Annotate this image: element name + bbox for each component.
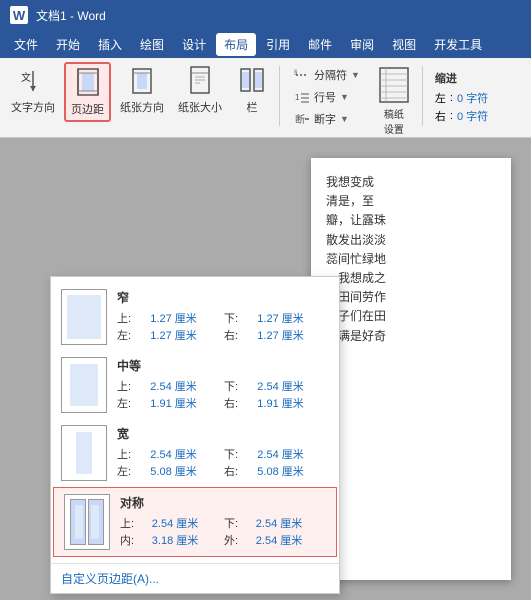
margins-dropdown[interactable]: 窄 上: 1.27 厘米 下: 1.27 厘米 左: 1.27 厘米 右: 1.… — [50, 276, 340, 594]
hyphenation-icon: 断 — [294, 111, 310, 127]
svg-text:断: 断 — [295, 113, 305, 126]
ribbon-sep-1 — [279, 66, 280, 126]
separator-arrow: ▼ — [351, 70, 360, 80]
margin-name-narrow: 窄 — [117, 289, 329, 306]
draft-paper-settings-label: 设置 — [384, 121, 404, 136]
paper-size-label: 纸张大小 — [178, 99, 222, 115]
indent-left-label: 左 — [435, 90, 446, 106]
separator-label: 分隔符 — [314, 67, 347, 83]
main-content: 窄 上: 1.27 厘米 下: 1.27 厘米 左: 1.27 厘米 右: 1.… — [0, 138, 531, 600]
dropdown-scroll[interactable]: 窄 上: 1.27 厘米 下: 1.27 厘米 左: 1.27 厘米 右: 1.… — [51, 277, 339, 563]
menu-draw[interactable]: 绘图 — [132, 33, 172, 56]
indent-right-row: 右: 0 字符 — [435, 108, 488, 124]
svg-text:§: § — [294, 70, 297, 76]
word-icon: W — [10, 6, 28, 24]
margin-preview-wide — [61, 425, 107, 481]
menu-start[interactable]: 开始 — [48, 33, 88, 56]
dropdown-footer: 自定义页边距(A)... — [51, 563, 339, 593]
hyphenation-label: 断字 — [314, 111, 336, 127]
margin-info-narrow: 窄 上: 1.27 厘米 下: 1.27 厘米 左: 1.27 厘米 右: 1.… — [117, 289, 329, 343]
margin-info-wide: 宽 上: 2.54 厘米 下: 2.54 厘米 左: 5.08 厘米 右: 5.… — [117, 425, 329, 479]
ribbon: 文 文字方向 页边距 — [0, 58, 531, 138]
svg-text:1: 1 — [295, 93, 300, 102]
margin-option-narrow[interactable]: 窄 上: 1.27 厘米 下: 1.27 厘米 左: 1.27 厘米 右: 1.… — [51, 283, 339, 351]
menu-design[interactable]: 设计 — [174, 33, 214, 56]
svg-text:文: 文 — [21, 71, 31, 84]
margin-option-wide[interactable]: 宽 上: 2.54 厘米 下: 2.54 厘米 左: 5.08 厘米 右: 5.… — [51, 419, 339, 487]
margin-option-mirror[interactable]: 对称 上: 2.54 厘米 下: 2.54 厘米 内: 3.18 厘米 外: 2… — [53, 487, 337, 557]
menu-layout[interactable]: 布局 — [216, 33, 256, 56]
margin-preview-mirror — [64, 494, 110, 550]
doc-line-8: 孩子们在田 — [326, 307, 496, 326]
menu-file[interactable]: 文件 — [6, 33, 46, 56]
columns-label: 栏 — [247, 99, 258, 115]
title-text: 文档1 - Word — [36, 7, 106, 24]
menu-insert[interactable]: 插入 — [90, 33, 130, 56]
line-number-btn[interactable]: 1 行号 ▼ — [290, 87, 364, 107]
orientation-label: 纸张方向 — [120, 99, 164, 115]
doc-line-3: 瓣，让露珠 — [326, 211, 496, 230]
text-direction-icon: 文 — [17, 65, 49, 97]
paper-size-icon — [184, 65, 216, 97]
menu-reference[interactable]: 引用 — [258, 33, 298, 56]
doc-line-2: 清是，至 — [326, 192, 496, 211]
indent-left-row: 左: 0 字符 — [435, 90, 488, 106]
margin-values-narrow: 上: 1.27 厘米 下: 1.27 厘米 左: 1.27 厘米 右: 1.27… — [117, 310, 329, 343]
separator-btn[interactable]: § 分隔符 ▼ — [290, 65, 364, 85]
menu-developer[interactable]: 开发工具 — [426, 33, 490, 56]
doc-line-9: 里满是好奇 — [326, 327, 496, 346]
paper-size-btn[interactable]: 纸张大小 — [173, 62, 227, 118]
margin-preview-medium — [61, 357, 107, 413]
margin-name-wide: 宽 — [117, 425, 329, 442]
columns-btn[interactable]: 栏 — [231, 62, 273, 118]
ribbon-sep-2 — [422, 66, 423, 126]
draft-paper-btn[interactable]: 稿纸 设置 — [372, 62, 416, 132]
menu-view[interactable]: 视图 — [384, 33, 424, 56]
line-number-label: 行号 — [314, 89, 336, 105]
margin-values-mirror: 上: 2.54 厘米 下: 2.54 厘米 内: 3.18 厘米 外: 2.54… — [120, 515, 326, 548]
margin-values-wide: 上: 2.54 厘米 下: 2.54 厘米 左: 5.08 厘米 右: 5.08… — [117, 446, 329, 479]
indent-left-value: 0 字符 — [457, 90, 488, 106]
doc-line-6: 我想成之 — [326, 269, 496, 288]
document-page: 我想变成 清是，至 瓣，让露珠 散发出淡淡 蕊间忙绿地 我想成之 在田间劳作 孩… — [311, 158, 511, 580]
indent-right-value: 0 字符 — [457, 108, 488, 124]
indent-right-label: 右 — [435, 108, 446, 124]
doc-line-7: 在田间劳作 — [326, 288, 496, 307]
columns-icon — [236, 65, 268, 97]
title-bar: W 文档1 - Word — [0, 0, 531, 30]
text-direction-btn[interactable]: 文 文字方向 — [6, 62, 60, 118]
doc-line-1: 我想变成 — [326, 173, 496, 192]
margin-name-medium: 中等 — [117, 357, 329, 374]
margin-name-mirror: 对称 — [120, 494, 326, 511]
draft-paper-label: 稿纸 — [384, 106, 404, 121]
margins-btn[interactable]: 页边距 — [64, 62, 111, 122]
separator-icon: § — [294, 67, 310, 83]
doc-line-4: 散发出淡淡 — [326, 231, 496, 250]
hyphenation-btn[interactable]: 断 断字 ▼ — [290, 109, 364, 129]
line-number-arrow: ▼ — [340, 92, 349, 102]
line-number-icon: 1 — [294, 89, 310, 105]
doc-line-5: 蕊间忙绿地 — [326, 250, 496, 269]
text-direction-label: 文字方向 — [11, 99, 55, 115]
orientation-icon — [126, 65, 158, 97]
custom-margins-link[interactable]: 自定义页边距(A)... — [61, 572, 159, 586]
margin-preview-narrow — [61, 289, 107, 345]
draft-paper-icon — [378, 66, 410, 106]
menu-review[interactable]: 审阅 — [342, 33, 382, 56]
hyphenation-arrow: ▼ — [340, 114, 349, 124]
menu-mail[interactable]: 邮件 — [300, 33, 340, 56]
orientation-btn[interactable]: 纸张方向 — [115, 62, 169, 118]
margins-icon — [72, 67, 104, 99]
margin-option-medium[interactable]: 中等 上: 2.54 厘米 下: 2.54 厘米 左: 1.91 厘米 右: 1… — [51, 351, 339, 419]
margin-info-medium: 中等 上: 2.54 厘米 下: 2.54 厘米 左: 1.91 厘米 右: 1… — [117, 357, 329, 411]
menu-bar: 文件 开始 插入 绘图 设计 布局 引用 邮件 审阅 视图 开发工具 — [0, 30, 531, 58]
indent-title: 缩进 — [435, 70, 488, 86]
margin-values-medium: 上: 2.54 厘米 下: 2.54 厘米 左: 1.91 厘米 右: 1.91… — [117, 378, 329, 411]
margins-label: 页边距 — [71, 101, 104, 117]
margin-info-mirror: 对称 上: 2.54 厘米 下: 2.54 厘米 内: 3.18 厘米 外: 2… — [120, 494, 326, 548]
